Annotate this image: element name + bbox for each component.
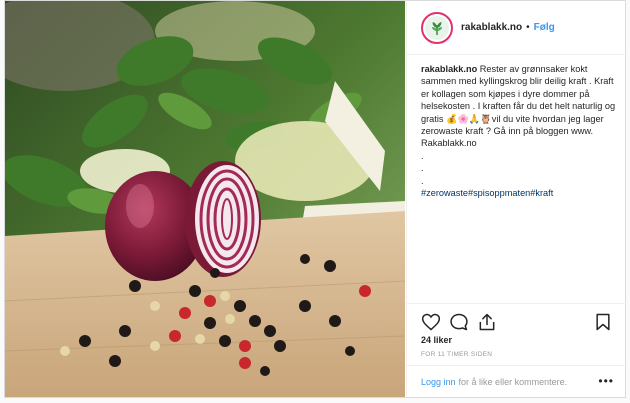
post-header: rakablakk.no • Følg	[407, 1, 626, 55]
login-prompt-text: for å like eller kommentere.	[458, 376, 568, 387]
heart-icon[interactable]	[421, 312, 441, 332]
bookmark-icon[interactable]	[593, 312, 613, 332]
avatar[interactable]	[421, 11, 453, 44]
post-caption: rakablakk.no Rester av grønnsaker kokt s…	[421, 63, 617, 199]
onion-peppercorn-photo	[5, 1, 405, 397]
header-username[interactable]: rakablakk.no	[461, 22, 522, 33]
caption-dot: .	[421, 163, 424, 174]
caption-username[interactable]: rakablakk.no	[421, 64, 477, 74]
likes-count[interactable]: 24 liker	[421, 335, 452, 345]
post-timestamp: FOR 11 TIMER SIDEN	[421, 351, 493, 358]
leaf-logo-icon	[425, 15, 449, 40]
post-photo	[5, 1, 405, 397]
comment-icon[interactable]	[449, 312, 469, 332]
post-side-panel: rakablakk.no • Følg rakablakk.no Rester …	[406, 1, 626, 397]
login-link[interactable]: Logg inn	[421, 377, 456, 387]
instagram-post: rakablakk.no • Følg rakablakk.no Rester …	[4, 0, 626, 398]
caption-dot: .	[421, 175, 424, 186]
caption-text: Rester av grønnsaker kokt sammen med kyl…	[421, 64, 616, 149]
caption-dot: .	[421, 150, 424, 161]
more-options-icon[interactable]: •••	[598, 374, 614, 388]
header-separator: •	[526, 22, 530, 33]
page-background: rakablakk.no • Følg rakablakk.no Rester …	[0, 0, 630, 403]
login-footer: Logg inn for å like eller kommentere. ••…	[407, 365, 626, 397]
caption-hashtags[interactable]: #zerowaste#spisoppmaten#kraft	[421, 187, 617, 199]
follow-button[interactable]: Følg	[534, 22, 555, 33]
share-icon[interactable]	[477, 312, 497, 332]
